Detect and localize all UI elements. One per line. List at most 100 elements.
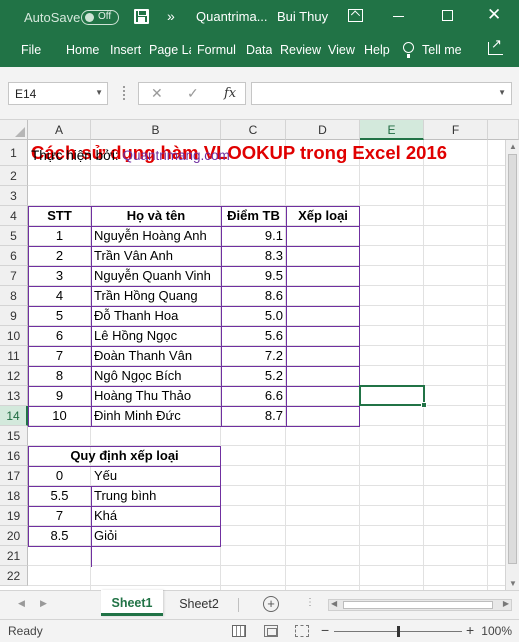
worksheet-grid[interactable]: A B C D E F 1 2 3 4 5 6 7 8 9 10 11 12 13 14 15 16 17 18 1… [0, 120, 519, 590]
row-header-3[interactable]: 3 [0, 186, 28, 206]
page-layout-view-icon[interactable] [264, 625, 278, 637]
sheet-tab-sheet2[interactable]: Sheet2 [171, 591, 227, 617]
rule-label-cell[interactable]: Khá [91, 506, 221, 526]
student-rank-cell[interactable] [286, 266, 360, 286]
row-header-4[interactable]: 4 [0, 206, 28, 226]
rules-title[interactable]: Quy định xếp loại [28, 446, 221, 466]
header-stt[interactable]: STT [28, 206, 91, 226]
chevron-down-icon[interactable]: ▼ [95, 88, 103, 97]
student-name-cell[interactable]: Nguyễn Quanh Vinh [91, 266, 221, 286]
row-header-10[interactable]: 10 [0, 326, 28, 346]
name-box[interactable]: E14 ▼ [8, 82, 108, 105]
select-all-corner[interactable] [0, 120, 28, 140]
header-name[interactable]: Họ và tên [91, 206, 221, 226]
student-stt-cell[interactable]: 9 [28, 386, 91, 406]
user-name[interactable]: Bui Thuy [277, 9, 328, 24]
student-score-cell[interactable]: 8.6 [221, 286, 286, 306]
column-header-g[interactable] [488, 120, 519, 140]
normal-view-icon[interactable] [232, 625, 246, 637]
scroll-right-icon[interactable]: ▶ [503, 599, 509, 608]
zoom-out-button[interactable]: − [321, 622, 329, 638]
zoom-in-button[interactable]: + [466, 622, 474, 638]
tab-view[interactable]: View [328, 43, 355, 57]
row-header-16[interactable]: 16 [0, 446, 28, 466]
student-stt-cell[interactable]: 4 [28, 286, 91, 306]
tab-help[interactable]: Help [364, 43, 390, 57]
row-header-17[interactable]: 17 [0, 466, 28, 486]
formula-input[interactable]: ▼ [251, 82, 512, 105]
student-rank-cell[interactable] [286, 286, 360, 306]
tab-data[interactable]: Data [246, 43, 272, 57]
student-score-cell[interactable]: 7.2 [221, 346, 286, 366]
horizontal-scroll-thumb[interactable] [343, 601, 493, 609]
tell-me-search[interactable]: Tell me [422, 43, 462, 57]
vertical-scroll-thumb[interactable] [508, 154, 517, 564]
zoom-slider[interactable] [334, 626, 462, 637]
student-score-cell[interactable]: 8.3 [221, 246, 286, 266]
student-score-cell[interactable]: 8.7 [221, 406, 286, 426]
student-name-cell[interactable]: Ngô Ngọc Bích [91, 366, 221, 386]
student-rank-cell[interactable] [286, 246, 360, 266]
column-header-c[interactable]: C [221, 120, 286, 140]
minimize-button[interactable] [393, 16, 404, 17]
student-stt-cell[interactable]: 1 [28, 226, 91, 246]
column-header-f[interactable]: F [424, 120, 488, 140]
row-header-1[interactable]: 1 [0, 140, 28, 166]
autosave-toggle[interactable]: Off [81, 10, 119, 25]
student-score-cell[interactable]: 6.6 [221, 386, 286, 406]
vertical-scrollbar[interactable]: ▲ ▼ [505, 140, 519, 590]
tab-review[interactable]: Review [280, 43, 321, 57]
maximize-button[interactable] [442, 10, 453, 21]
student-rank-cell[interactable] [286, 406, 360, 426]
expand-formula-bar-icon[interactable]: ▼ [498, 88, 506, 97]
header-score[interactable]: Điểm TB [221, 206, 286, 226]
row-header-15[interactable]: 15 [0, 426, 28, 446]
resize-handle[interactable] [123, 86, 125, 100]
student-stt-cell[interactable]: 2 [28, 246, 91, 266]
student-rank-cell[interactable] [286, 386, 360, 406]
student-stt-cell[interactable]: 7 [28, 346, 91, 366]
sheet-tab-sheet1[interactable]: Sheet1 [101, 590, 163, 616]
tab-split-handle[interactable]: ⋮ [305, 597, 315, 608]
page-break-preview-icon[interactable] [295, 625, 309, 637]
zoom-slider-knob[interactable] [397, 626, 400, 637]
scroll-left-icon[interactable]: ◀ [331, 599, 337, 608]
student-stt-cell[interactable]: 6 [28, 326, 91, 346]
student-stt-cell[interactable]: 10 [28, 406, 91, 426]
student-name-cell[interactable]: Đỗ Thanh Hoa [91, 306, 221, 326]
student-rank-cell[interactable] [286, 326, 360, 346]
header-rank[interactable]: Xếp loại [286, 206, 360, 226]
rule-label-cell[interactable]: Giỏi [91, 526, 221, 546]
student-stt-cell[interactable]: 5 [28, 306, 91, 326]
save-icon[interactable] [134, 9, 149, 24]
add-sheet-icon[interactable]: + [263, 596, 279, 612]
ribbon-display-options-icon[interactable] [348, 9, 363, 22]
enter-icon[interactable]: ✓ [187, 85, 199, 102]
student-name-cell[interactable]: Hoàng Thu Thảo [91, 386, 221, 406]
student-rank-cell[interactable] [286, 366, 360, 386]
student-name-cell[interactable]: Lê Hồng Ngọc [91, 326, 221, 346]
student-score-cell[interactable]: 9.5 [221, 266, 286, 286]
next-sheet-icon[interactable]: ▶ [40, 598, 47, 609]
row-header-12[interactable]: 12 [0, 366, 28, 386]
row-header-2[interactable]: 2 [0, 166, 28, 186]
row-header-21[interactable]: 21 [0, 546, 28, 566]
row-header-14[interactable]: 14 [0, 406, 28, 426]
customize-toolbar-icon[interactable]: » [167, 8, 175, 24]
student-name-cell[interactable]: Đinh Minh Đức [91, 406, 221, 426]
tab-insert[interactable]: Insert [110, 43, 141, 57]
share-icon[interactable] [488, 36, 503, 55]
row-header-20[interactable]: 20 [0, 526, 28, 546]
tab-home[interactable]: Home [66, 43, 99, 57]
column-header-a[interactable]: A [28, 120, 91, 140]
row-header-22[interactable]: 22 [0, 566, 28, 586]
student-rank-cell[interactable] [286, 346, 360, 366]
column-header-b[interactable]: B [91, 120, 221, 140]
scroll-down-icon[interactable]: ▼ [509, 579, 517, 588]
tab-page-layout[interactable]: Page La [149, 43, 191, 57]
row-header-8[interactable]: 8 [0, 286, 28, 306]
column-header-e[interactable]: E [360, 120, 424, 140]
student-name-cell[interactable]: Nguyễn Hoàng Anh [91, 226, 221, 246]
rule-label-cell[interactable]: Trung bình [91, 486, 221, 506]
row-header-6[interactable]: 6 [0, 246, 28, 266]
